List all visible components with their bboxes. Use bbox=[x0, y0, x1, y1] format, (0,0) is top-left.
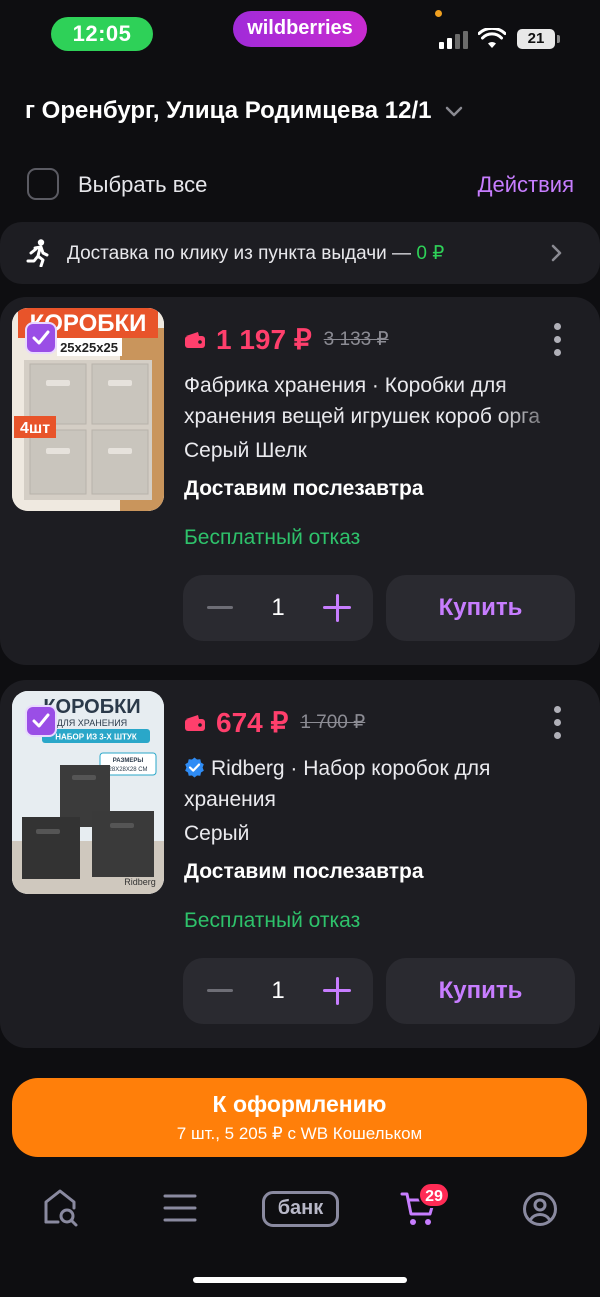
home-indicator bbox=[193, 1277, 407, 1283]
free-return-label: Бесплатный отказ bbox=[184, 526, 361, 549]
recording-dot bbox=[435, 10, 442, 17]
checkout-subtitle: 7 шт., 5 205 ₽ с WB Кошельком bbox=[176, 1124, 423, 1143]
verified-icon bbox=[185, 757, 204, 778]
wifi-icon bbox=[478, 28, 506, 48]
home-search-icon[interactable] bbox=[42, 1188, 80, 1228]
product-title[interactable]: Ridberg · Набор коробок для хранения bbox=[184, 753, 576, 815]
wallet-icon bbox=[185, 714, 205, 731]
price-row: 1 197 ₽ 3 133 ₽ bbox=[184, 323, 389, 356]
checkout-button[interactable]: К оформлению 7 шт., 5 205 ₽ с WB Кошельк… bbox=[12, 1078, 587, 1157]
thumb-sizes: РАЗМЕРЫ bbox=[113, 758, 144, 764]
status-bar: 12:05 wildberries 21 bbox=[0, 0, 600, 66]
increase-button[interactable] bbox=[323, 977, 351, 1005]
product-variant: Серый bbox=[184, 822, 250, 845]
battery-tip bbox=[557, 35, 560, 43]
bottom-nav: банк 29 bbox=[0, 1168, 600, 1258]
thumb-set: НАБОР ИЗ 3-Х ШТУК bbox=[55, 733, 137, 742]
product-variant: Серый Шелк bbox=[184, 439, 307, 462]
signal-icon bbox=[439, 31, 469, 49]
free-return-label: Бесплатный отказ bbox=[184, 909, 361, 932]
wallet-icon bbox=[185, 331, 205, 348]
increase-button[interactable] bbox=[323, 594, 351, 622]
cart-item: КОРОБКИ ДЛЯ ХРАНЕНИЯ НАБОР ИЗ 3-Х ШТУК Р… bbox=[0, 680, 600, 1048]
chevron-down-icon bbox=[445, 106, 462, 117]
quantity-stepper: 1 bbox=[183, 958, 373, 1024]
delivery-banner-text: Доставка по клику из пункта выдачи — 0 ₽ bbox=[67, 243, 445, 264]
item-checkbox[interactable] bbox=[25, 322, 57, 354]
thumb-pcs: 4шт bbox=[20, 420, 50, 437]
checkmark-icon bbox=[32, 330, 50, 345]
select-all-checkbox[interactable] bbox=[27, 168, 59, 200]
brand-name: Ridberg bbox=[211, 757, 285, 780]
delivery-date: Доставим послезавтра bbox=[184, 860, 424, 883]
more-options-icon[interactable] bbox=[554, 323, 562, 357]
quantity-stepper: 1 bbox=[183, 575, 373, 641]
bank-icon[interactable]: банк bbox=[262, 1191, 339, 1227]
catalog-menu-icon[interactable] bbox=[163, 1193, 197, 1223]
brand-logo: wildberries bbox=[233, 11, 367, 47]
thumb-brand: Ridberg bbox=[124, 877, 156, 887]
product-image[interactable]: КОРОБКИ ДЛЯ ХРАНЕНИЯ НАБОР ИЗ 3-Х ШТУК Р… bbox=[12, 691, 164, 894]
current-price: 1 197 ₽ bbox=[216, 324, 312, 355]
status-time: 12:05 bbox=[51, 17, 153, 51]
delivery-date: Доставим послезавтра bbox=[184, 477, 424, 500]
old-price: 1 700 ₽ bbox=[300, 712, 366, 733]
product-image[interactable]: КОРОБКИ 25x25x25 4шт bbox=[12, 308, 164, 511]
chevron-right-icon bbox=[551, 244, 562, 262]
current-price: 674 ₽ bbox=[216, 707, 289, 738]
thumb-title: КОРОБКИ bbox=[43, 696, 140, 718]
delivery-price: 0 ₽ bbox=[416, 243, 445, 264]
select-all-label[interactable]: Выбрать все bbox=[78, 172, 207, 198]
cart-item: КОРОБКИ 25x25x25 4шт 1 197 ₽ 3 133 ₽ Фаб… bbox=[0, 297, 600, 665]
address-selector[interactable]: г Оренбург, Улица Родимцева 12/1 bbox=[25, 94, 464, 128]
product-title[interactable]: Фабрика хранения · Коробки для хранения … bbox=[184, 370, 576, 432]
price-row: 674 ₽ 1 700 ₽ bbox=[184, 706, 365, 739]
old-price: 3 133 ₽ bbox=[323, 329, 389, 350]
profile-icon[interactable] bbox=[522, 1191, 558, 1227]
item-checkbox[interactable] bbox=[25, 705, 57, 737]
thumb-dims: 28X28X28 СМ bbox=[109, 767, 148, 773]
courier-icon bbox=[26, 239, 49, 267]
thumb-sub: ДЛЯ ХРАНЕНИЯ bbox=[57, 718, 127, 728]
checkout-title: К оформлению bbox=[212, 1091, 387, 1117]
delivery-banner[interactable]: Доставка по клику из пункта выдачи — 0 ₽ bbox=[0, 222, 600, 284]
buy-button[interactable]: Купить bbox=[386, 575, 575, 641]
select-all-row: Выбрать все Действия bbox=[0, 160, 600, 208]
actions-button[interactable]: Действия bbox=[478, 172, 574, 198]
checkmark-icon bbox=[32, 713, 50, 728]
address-text: г Оренбург, Улица Родимцева 12/1 bbox=[25, 97, 432, 124]
battery-icon: 21 bbox=[517, 29, 555, 49]
thumb-size: 25x25x25 bbox=[60, 340, 118, 355]
cart-badge: 29 bbox=[418, 1182, 450, 1208]
buy-button[interactable]: Купить bbox=[386, 958, 575, 1024]
more-options-icon[interactable] bbox=[554, 706, 562, 740]
